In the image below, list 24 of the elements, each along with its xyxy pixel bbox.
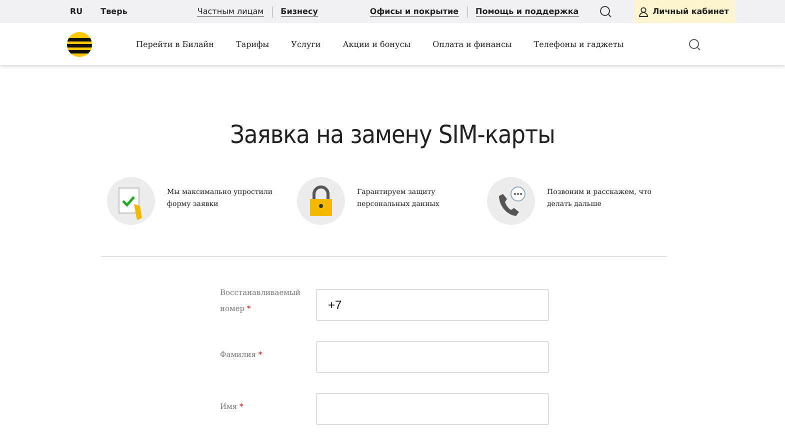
language-switch[interactable]: RU: [70, 7, 83, 16]
phone-chat-icon: [486, 176, 536, 226]
input-field[interactable]: +7: [316, 289, 549, 321]
nav-item[interactable]: Перейти в Билайн: [136, 40, 214, 48]
search-icon[interactable]: [688, 38, 701, 50]
input-field[interactable]: [316, 393, 549, 425]
nav-item[interactable]: Оплата и финансы: [432, 40, 512, 48]
logo-icon[interactable]: [67, 32, 92, 56]
nav-item[interactable]: Тарифы: [236, 40, 270, 48]
padlock-icon: [296, 176, 346, 226]
top-link[interactable]: Офисы и покрытие: [370, 6, 458, 16]
city-selector[interactable]: Тверь: [100, 7, 128, 16]
nav-item[interactable]: Услуги: [291, 40, 321, 48]
nav-item[interactable]: Телефоны и гаджеты: [534, 40, 624, 48]
nav-item[interactable]: Акции и бонусы: [342, 40, 411, 48]
page-title: Заявка на замену SIM-карты: [229, 120, 556, 149]
search-icon[interactable]: [598, 5, 612, 18]
account-button[interactable]: Личный кабинет: [634, 0, 735, 23]
user-icon: [639, 6, 648, 16]
segment-link[interactable]: Частным лицам: [197, 6, 264, 16]
input-field[interactable]: [316, 341, 549, 373]
form-check-icon: [106, 176, 156, 226]
top-link[interactable]: Помощь и поддержка: [476, 6, 579, 16]
segment-link[interactable]: Бизнесу: [280, 6, 318, 16]
